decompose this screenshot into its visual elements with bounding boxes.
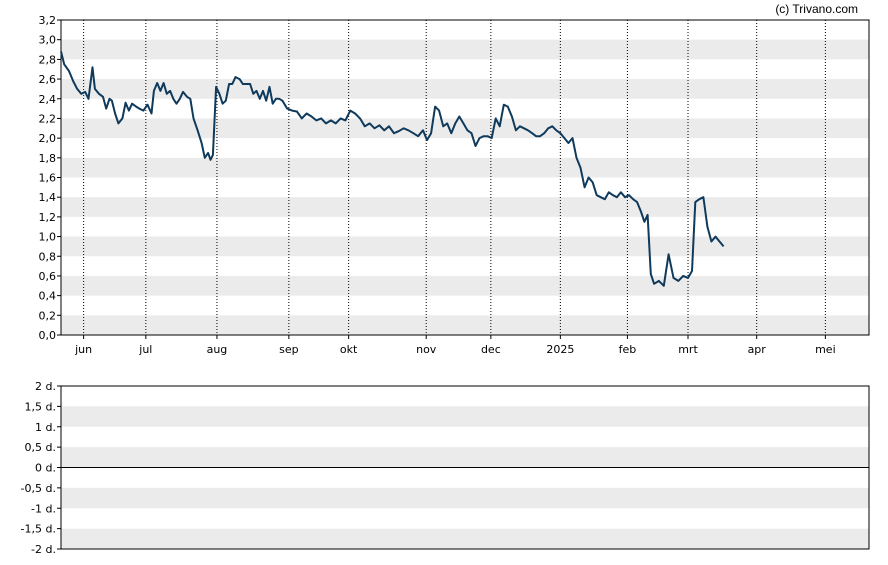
dividend-band (61, 528, 869, 549)
price-band (61, 236, 869, 257)
price-ytick-label: 2,6 (39, 73, 57, 86)
price-band (61, 275, 869, 296)
price-ytick-label: 1,2 (39, 211, 57, 224)
dividend-band (61, 447, 869, 468)
price-ytick-label: 3,0 (39, 34, 57, 47)
price-xtick-label: apr (748, 343, 767, 356)
price-xtick-label: feb (619, 343, 637, 356)
price-ytick-label: 1,6 (39, 172, 57, 185)
dividend-ytick-label: 0,5 d. (25, 441, 56, 454)
price-xtick-label: 2025 (546, 343, 574, 356)
price-ytick-label: 0,0 (39, 329, 57, 342)
dividend-band (61, 406, 869, 427)
price-ytick-label: 2,4 (39, 93, 57, 106)
dividend-ytick-label: -1,5 d. (21, 523, 56, 536)
price-xtick-label: dec (481, 343, 501, 356)
dividend-ytick-label: -0,5 d. (21, 482, 56, 495)
price-ytick-label: 3,2 (39, 14, 57, 27)
price-ytick-label: 2,0 (39, 132, 57, 145)
price-ytick-label: 0,2 (39, 309, 57, 322)
price-xtick-label: jun (74, 343, 92, 356)
chart-root: (c) Trivano.com jun jul aug sep okt nov dec 202… (0, 0, 888, 565)
price-band (61, 157, 869, 178)
price-ytick-label: 2,2 (39, 112, 57, 125)
dividend-chart: 2 d. 1,5 d. 1 d. 0,5 d. 0 d. -0,5 d. -1 d. -1,5… (21, 380, 870, 556)
price-band (61, 39, 869, 60)
price-xtick-label: jul (138, 343, 152, 356)
price-xtick-label: okt (340, 343, 358, 356)
price-band (61, 197, 869, 217)
price-xtick-label: mrt (678, 343, 698, 356)
dividend-ytick-label: -2 d. (31, 543, 56, 556)
dividend-band (61, 487, 869, 509)
price-ytick-label: 0,8 (39, 250, 57, 263)
price-ytick-label: 0,6 (39, 270, 57, 283)
price-ytick-label: 1,4 (39, 191, 57, 204)
price-band (61, 118, 869, 139)
price-xtick-label: nov (416, 343, 437, 356)
price-ytick-label: 1,0 (39, 231, 57, 244)
copyright-notice: (c) Trivano.com (775, 2, 858, 16)
price-chart: jun jul aug sep okt nov dec 2025 feb mrt apr mei 3,2… (39, 14, 870, 356)
price-xtick-label: sep (279, 343, 298, 356)
dividend-ytick-label: 1,5 d. (25, 400, 56, 413)
price-ytick-label: 2,8 (39, 53, 57, 66)
price-xtick-label: mei (815, 343, 836, 356)
dividend-ytick-label: -1 d. (31, 502, 56, 515)
dividend-ytick-label: 0 d. (35, 462, 56, 475)
price-xtick-label: aug (207, 343, 228, 356)
chart-canvas: (c) Trivano.com jun jul aug sep okt nov dec 202… (21, 2, 870, 556)
price-ytick-label: 1,8 (39, 152, 57, 165)
dividend-ytick-label: 1 d. (35, 421, 56, 434)
dividend-ytick-label: 2 d. (35, 380, 56, 393)
price-ytick-label: 0,4 (39, 290, 57, 303)
price-band (61, 315, 869, 335)
